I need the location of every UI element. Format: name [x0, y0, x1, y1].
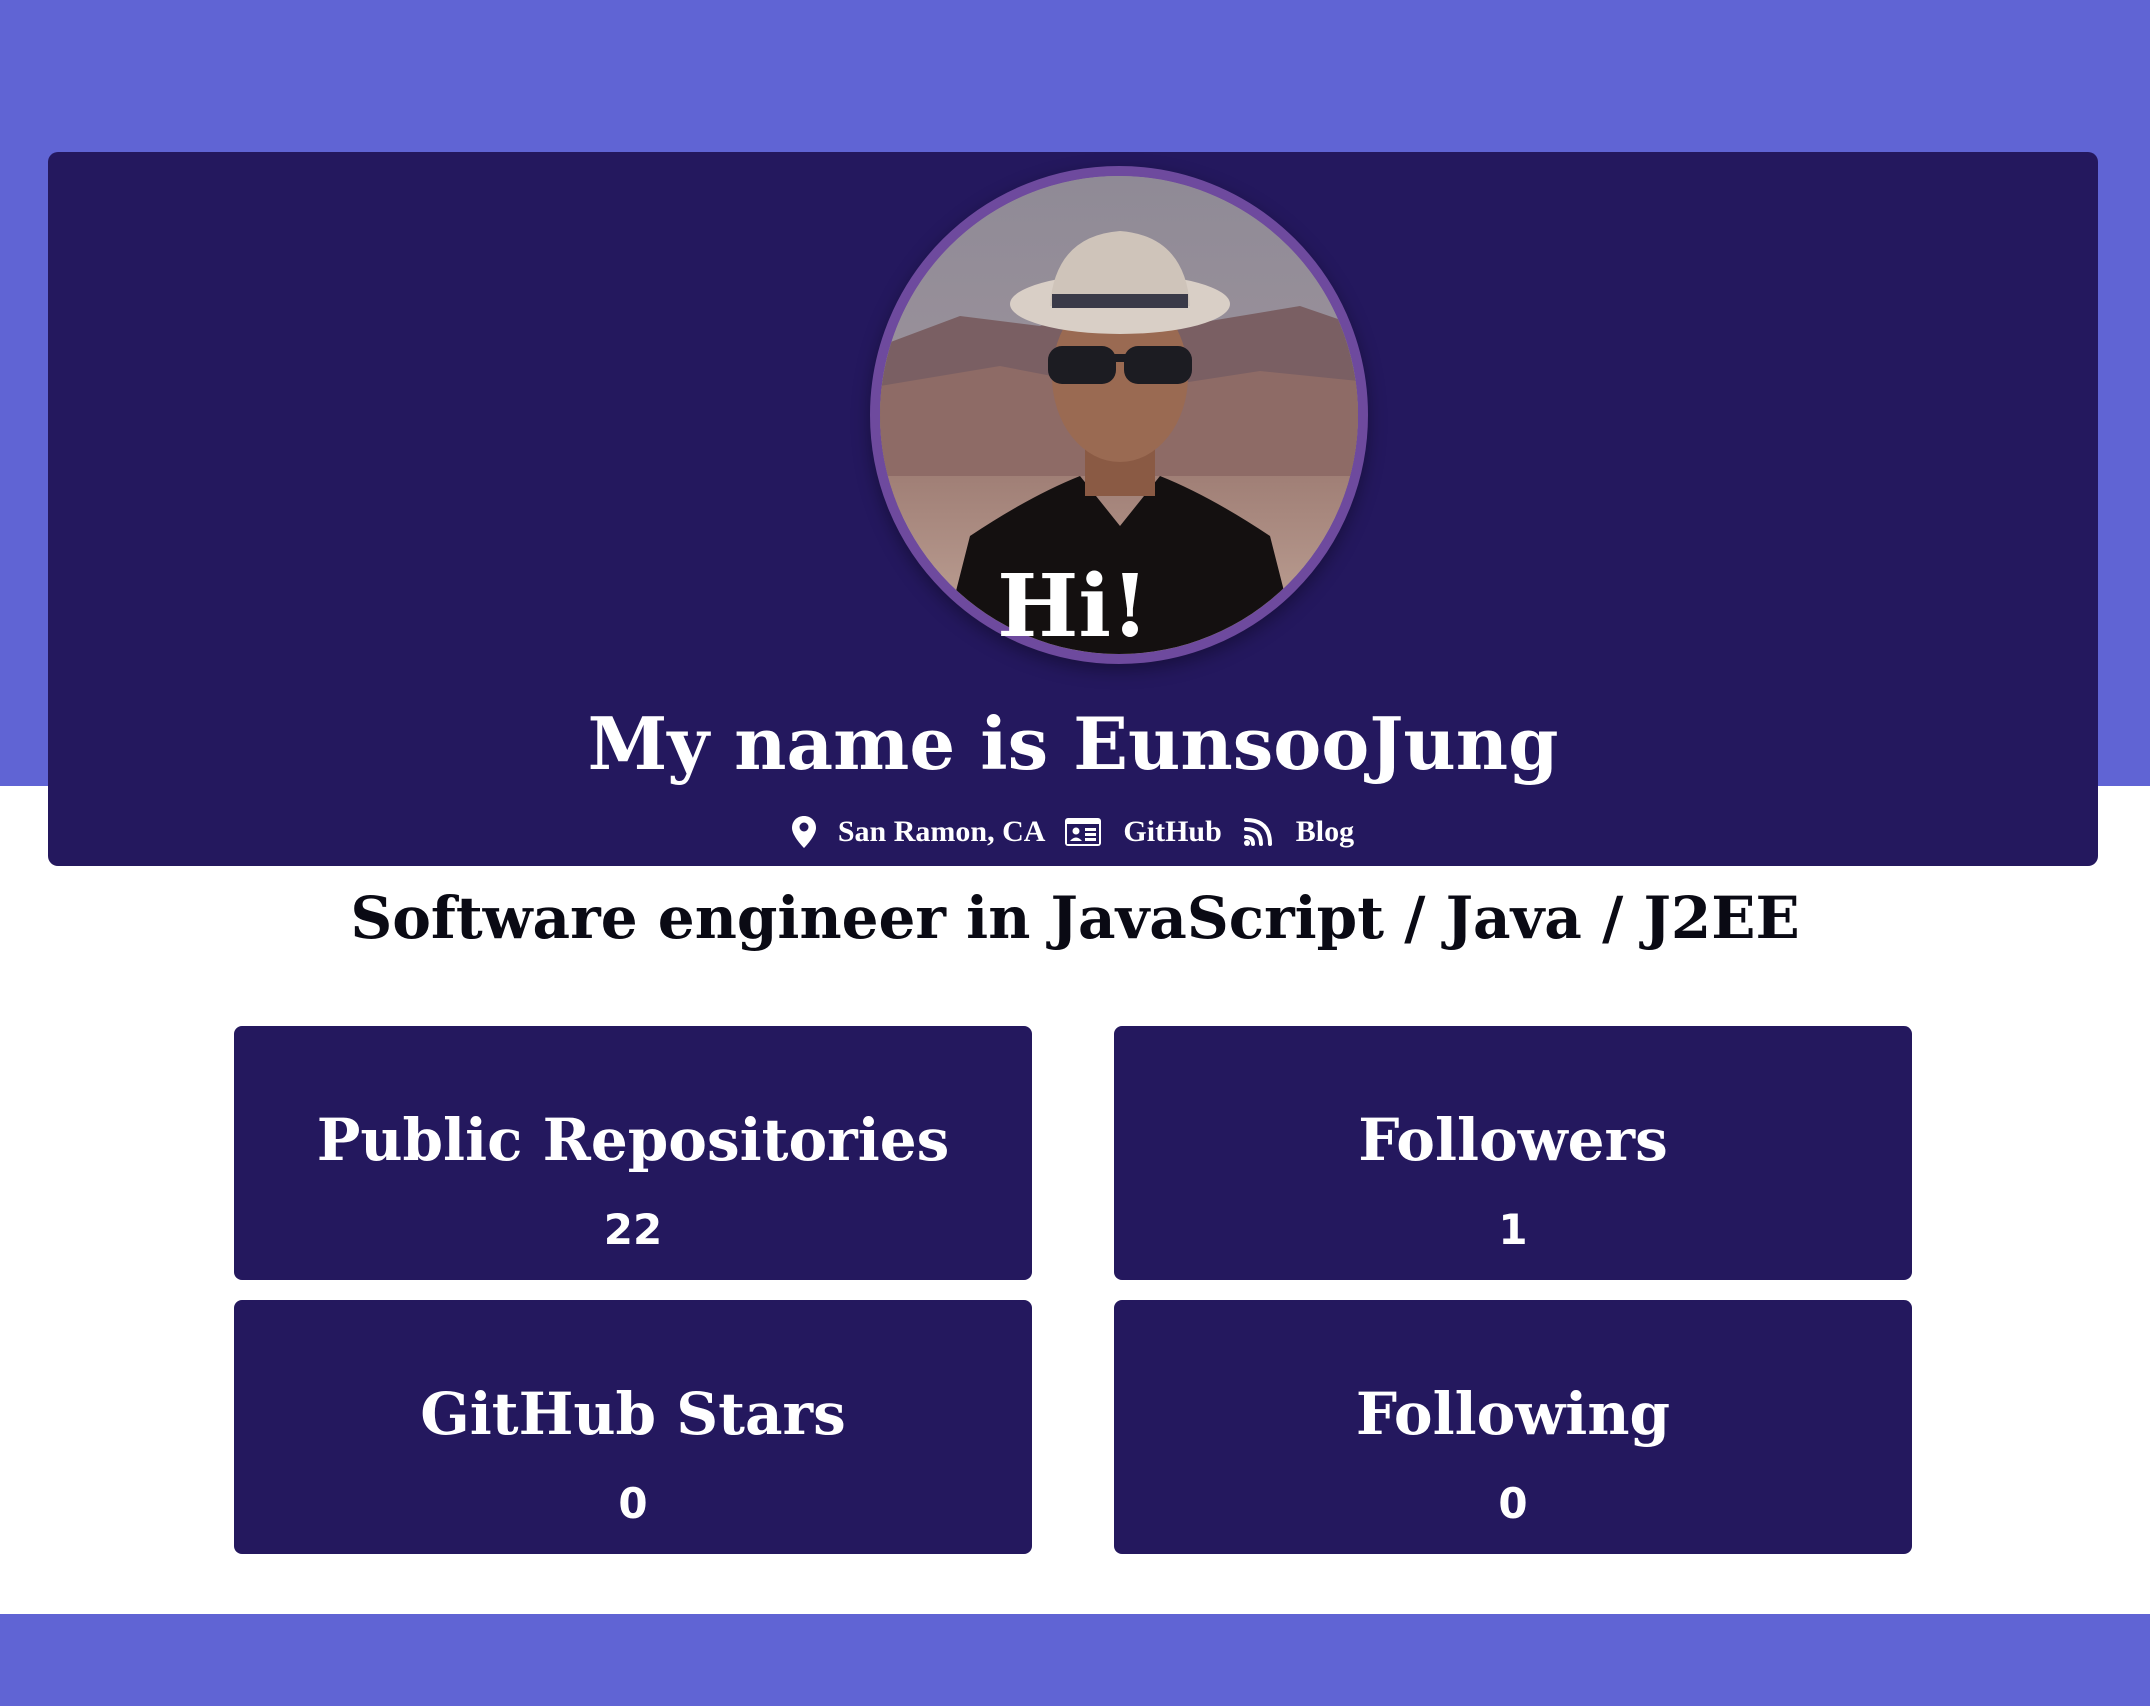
stat-card-following: Following 0: [1114, 1300, 1912, 1554]
stat-label: GitHub Stars: [420, 1380, 846, 1448]
bio-tagline: Software engineer in JavaScript / Java /…: [350, 884, 1800, 952]
greeting-heading: Hi!: [997, 556, 1149, 657]
blog-link-label[interactable]: Blog: [1296, 815, 1354, 849]
stat-card-public-repositories: Public Repositories 22: [234, 1026, 1032, 1280]
stat-value: 1: [1498, 1205, 1528, 1254]
stat-value: 22: [603, 1205, 663, 1254]
stat-value: 0: [618, 1479, 648, 1528]
stat-value: 0: [1498, 1479, 1528, 1528]
stat-card-followers: Followers 1: [1114, 1026, 1912, 1280]
location-label: San Ramon, CA: [837, 815, 1046, 848]
id-card-icon: [1065, 818, 1102, 846]
location-info: San Ramon, CA: [791, 815, 1046, 849]
stat-label: Public Repositories: [316, 1106, 950, 1174]
footer-band: [0, 1614, 2150, 1706]
github-link-label[interactable]: GitHub: [1123, 815, 1221, 849]
stat-card-github-stars: GitHub Stars 0: [234, 1300, 1032, 1554]
stat-label: Followers: [1358, 1106, 1668, 1174]
name-heading: My name is EunsooJung: [587, 701, 1559, 786]
map-pin-icon: [791, 816, 816, 848]
profile-links: San Ramon, CA GitHub Blog: [48, 808, 2098, 856]
github-link[interactable]: GitHub: [1065, 815, 1222, 849]
rss-feed-icon: [1243, 818, 1272, 846]
blog-link[interactable]: Blog: [1242, 815, 1354, 849]
stat-label: Following: [1355, 1380, 1671, 1448]
